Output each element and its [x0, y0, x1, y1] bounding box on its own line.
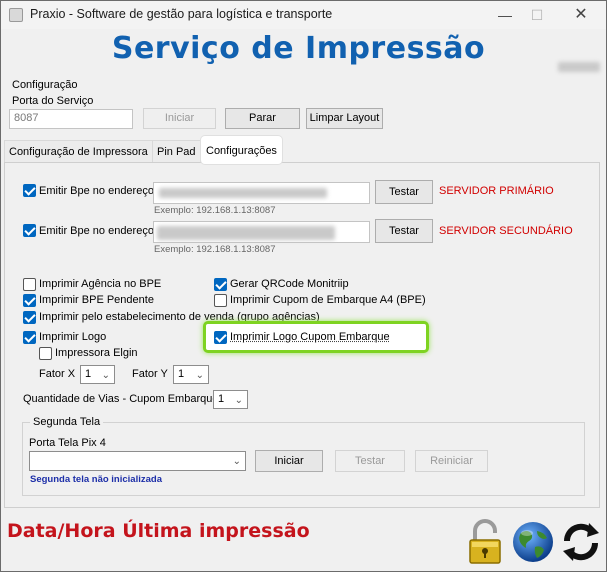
globe-icon[interactable] [511, 519, 555, 565]
emitir-bpe-secondary-checkbox[interactable] [23, 224, 36, 237]
app-icon [9, 8, 23, 22]
fator-x-value: 1 [85, 368, 92, 380]
porta-tela-label: Porta Tela Pix 4 [29, 437, 106, 449]
imprimir-pendente-label: Imprimir BPE Pendente [39, 294, 154, 306]
port-label: Porta do Serviço [12, 95, 94, 107]
segunda-tela-status: Segunda tela não inicializada [30, 474, 162, 485]
segunda-tela-testar-button[interactable]: Testar [335, 450, 405, 472]
dropdown-arrow-icon: ⌄ [195, 370, 204, 381]
refresh-icon[interactable] [559, 519, 603, 565]
imprimir-cupom-a4-label: Imprimir Cupom de Embarque A4 (BPE) [230, 294, 426, 306]
imprimir-logo-cupom-checkbox[interactable] [214, 331, 227, 344]
dropdown-arrow-icon: ⌄ [101, 370, 110, 381]
vias-value: 1 [218, 393, 225, 405]
segunda-tela-reiniciar-button[interactable]: Reiniciar [415, 450, 488, 472]
secondary-example-text: Exemplo: 192.168.1.13:8087 [154, 244, 276, 255]
redacted-primary-address [159, 188, 327, 198]
imprimir-cupom-a4-checkbox[interactable] [214, 294, 227, 307]
fator-y-select[interactable]: 1 ⌄ [173, 365, 209, 384]
port-field[interactable]: 8087 [9, 109, 133, 129]
imprimir-estabelecimento-checkbox[interactable] [23, 311, 36, 324]
padlock-icon[interactable] [467, 519, 503, 565]
minimize-button[interactable]: — [491, 5, 519, 25]
page-title: Serviço de Impressão [111, 31, 486, 66]
imprimir-pendente-checkbox[interactable] [23, 294, 36, 307]
gerar-qrcode-checkbox[interactable] [214, 278, 227, 291]
parar-button[interactable]: Parar [225, 108, 300, 129]
emitir-bpe-primary-label: Emitir Bpe no endereço: [39, 185, 158, 197]
segunda-tela-iniciar-button[interactable]: Iniciar [255, 450, 323, 472]
dropdown-arrow-icon: ⌄ [234, 395, 243, 406]
tab-pin-pad[interactable]: Pin Pad [152, 140, 201, 162]
testar-secondary-button[interactable]: Testar [375, 219, 433, 243]
emitir-bpe-primary-checkbox[interactable] [23, 184, 36, 197]
impressora-elgin-label: Impressora Elgin [55, 347, 138, 359]
redacted-version [558, 62, 600, 72]
title-bar: Praxio - Software de gestão para logísti… [1, 1, 606, 29]
imprimir-logo-cupom-label: Imprimir Logo Cupom Embarque [230, 331, 390, 343]
iniciar-button[interactable]: Iniciar [143, 108, 216, 129]
window-title: Praxio - Software de gestão para logísti… [30, 7, 333, 21]
fator-x-select[interactable]: 1 ⌄ [80, 365, 115, 384]
primary-example-text: Exemplo: 192.168.1.13:8087 [154, 205, 276, 216]
porta-tela-select[interactable]: ⌄ [29, 451, 246, 471]
dropdown-arrow-icon: ⌄ [232, 456, 241, 467]
testar-primary-button[interactable]: Testar [375, 180, 433, 204]
vias-label: Quantidade de Vias - Cupom Embarque [23, 393, 219, 405]
fator-x-label: Fator X [39, 368, 76, 380]
last-print-label: Data/Hora Última impressão [7, 520, 310, 542]
segunda-tela-legend: Segunda Tela [30, 416, 104, 428]
imprimir-logo-checkbox[interactable] [23, 331, 36, 344]
emitir-bpe-secondary-label: Emitir Bpe no endereço: [39, 225, 158, 237]
imprimir-agencia-label: Imprimir Agência no BPE [39, 278, 162, 290]
vias-select[interactable]: 1 ⌄ [213, 390, 248, 409]
main-window: Praxio - Software de gestão para logísti… [0, 0, 607, 572]
primary-server-label: SERVIDOR PRIMÁRIO [439, 185, 554, 197]
imprimir-agencia-checkbox[interactable] [23, 278, 36, 291]
impressora-elgin-checkbox[interactable] [39, 347, 52, 360]
limpar-layout-button[interactable]: Limpar Layout [306, 108, 383, 129]
close-button[interactable]: ✕ [567, 5, 595, 25]
gerar-qrcode-label: Gerar QRCode Monitriip [230, 278, 349, 290]
maximize-button[interactable]: ☐ [523, 5, 551, 25]
config-section-label: Configuração [12, 79, 78, 91]
redacted-secondary-address [157, 226, 335, 240]
fator-y-label: Fator Y [132, 368, 168, 380]
secondary-server-label: SERVIDOR SECUNDÁRIO [439, 225, 573, 237]
tab-configuracao-impressora[interactable]: Configuração de Impressora [4, 140, 153, 162]
tab-configuracoes[interactable]: Configurações [201, 136, 282, 164]
fator-y-value: 1 [178, 368, 185, 380]
imprimir-logo-label: Imprimir Logo [39, 331, 107, 343]
